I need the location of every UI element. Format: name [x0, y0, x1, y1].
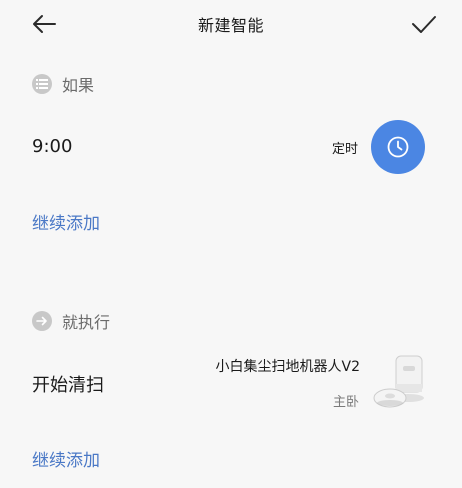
confirm-button[interactable] — [410, 12, 438, 36]
condition-icon-circle[interactable] — [371, 120, 425, 174]
device-room: 主卧 — [332, 395, 359, 410]
check-icon — [412, 16, 436, 33]
robot-vacuum-icon — [373, 355, 424, 408]
if-section-label: 如果 — [62, 76, 95, 95]
action-label: 开始清扫 — [32, 375, 104, 396]
top-bar: 新建智能 — [0, 0, 462, 48]
if-section-header: 如果 — [32, 72, 94, 96]
arrow-right-circle-icon — [32, 311, 52, 331]
device-name: 小白集尘扫地机器人V2 — [215, 359, 360, 375]
page-title: 新建智能 — [197, 16, 264, 35]
condition-type-label: 定时 — [331, 142, 358, 157]
then-add-more-link[interactable]: 继续添加 — [32, 446, 100, 471]
condition-time: 9:00 — [32, 136, 73, 157]
then-section-label: 就执行 — [62, 313, 111, 332]
then-section-header: 就执行 — [32, 309, 110, 333]
clock-icon — [387, 136, 409, 158]
list-icon — [32, 74, 52, 94]
if-add-more-link[interactable]: 继续添加 — [32, 209, 100, 234]
